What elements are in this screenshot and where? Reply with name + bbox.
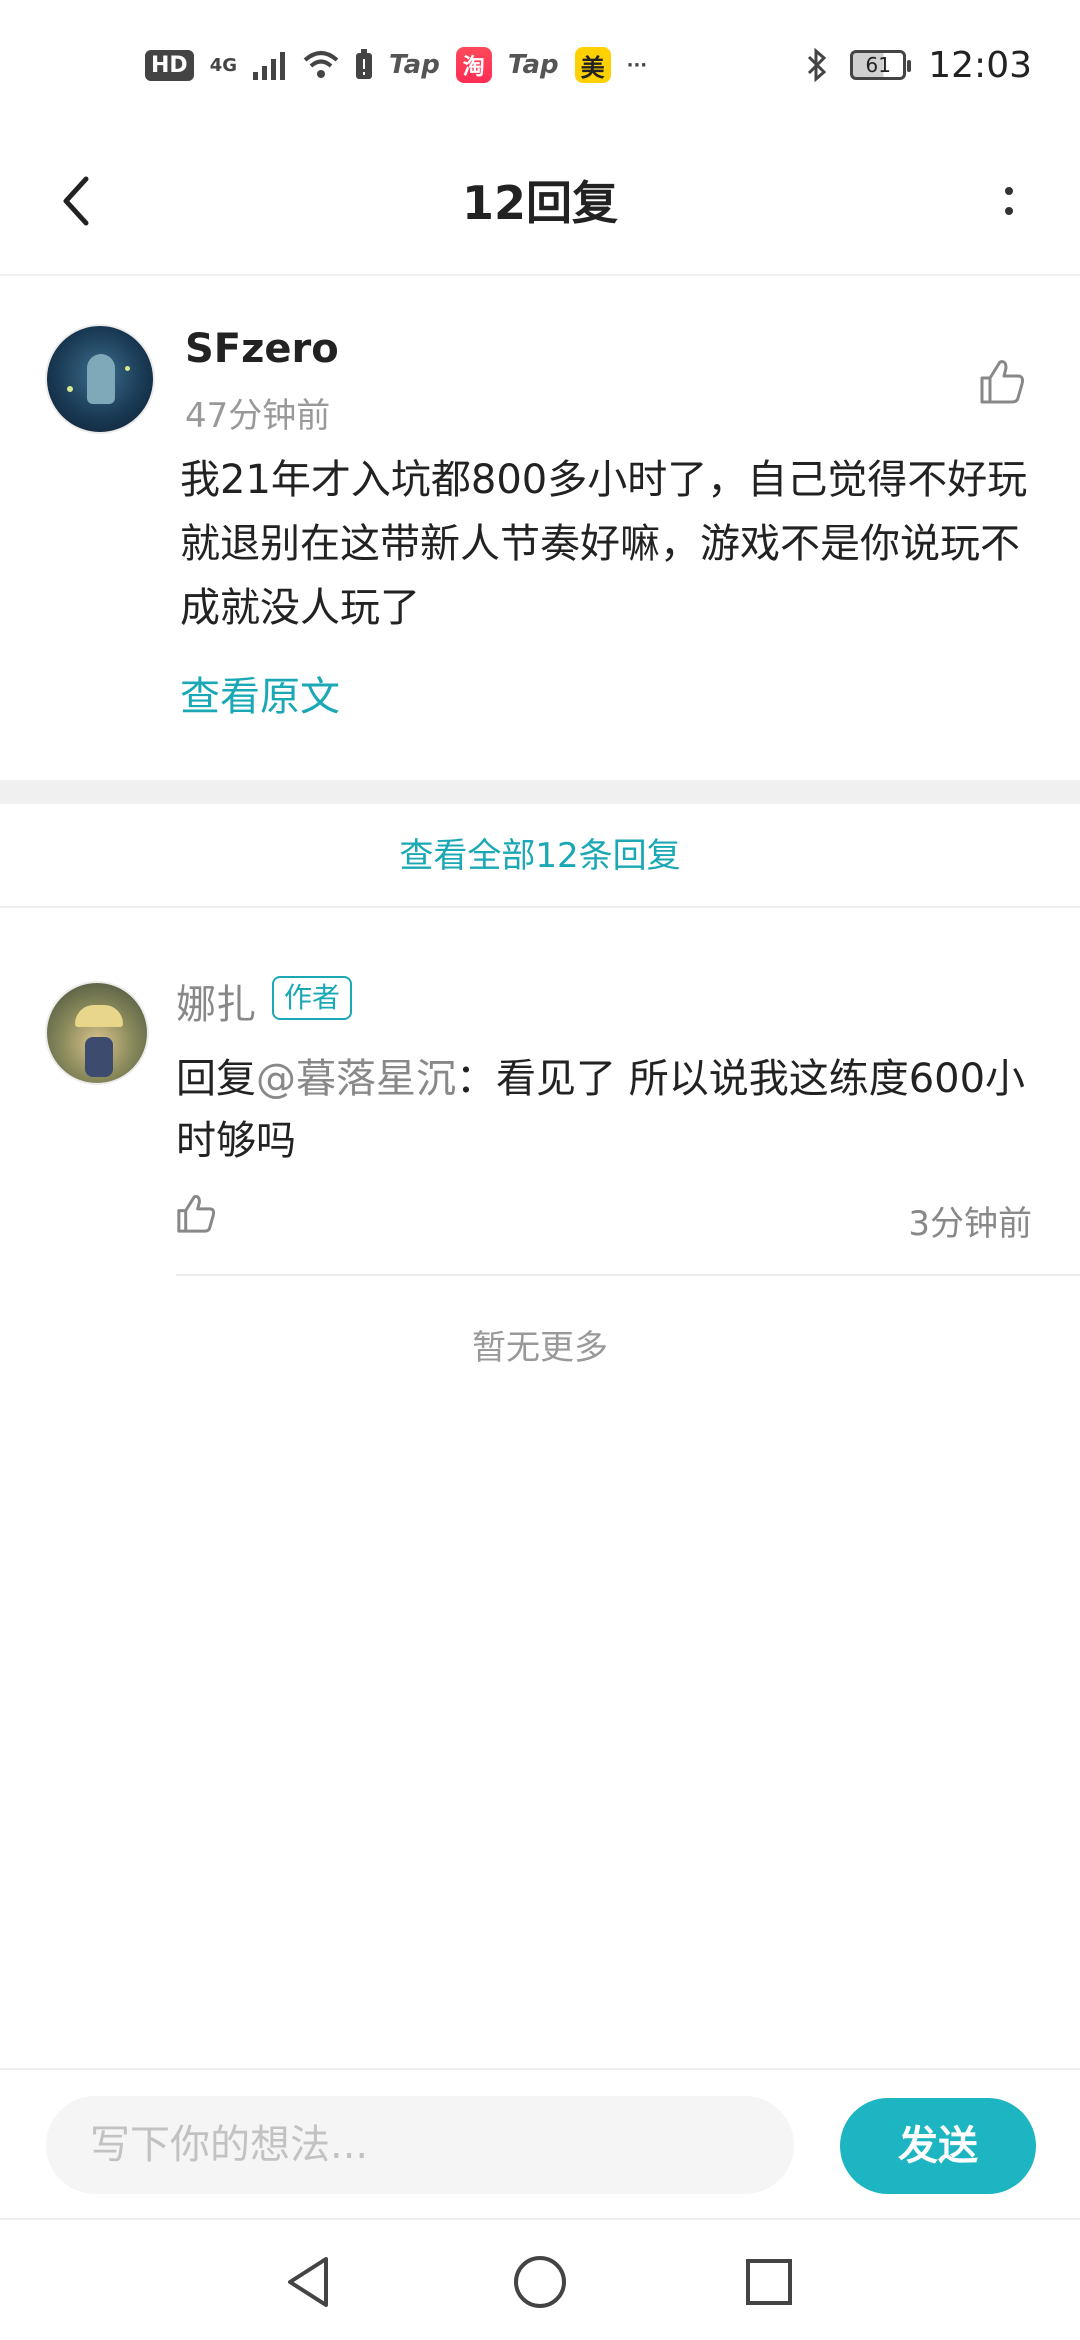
sim-alert-icon	[356, 49, 372, 79]
nav-recents-button[interactable]	[737, 2250, 801, 2314]
reply-like-button[interactable]	[172, 1190, 228, 1246]
nav-back-button[interactable]	[276, 2250, 340, 2314]
comment-time: 47分钟前	[185, 396, 331, 436]
reply-avatar[interactable]	[45, 981, 149, 1085]
section-divider	[0, 780, 1080, 804]
square-recents-icon	[746, 2259, 792, 2305]
more-dot-icon	[1005, 187, 1013, 195]
more-notifications-icon: ···	[626, 54, 648, 76]
reply-time: 3分钟前	[908, 1204, 1032, 1244]
status-icons-right: 61 12:03	[806, 45, 1032, 86]
mention-link[interactable]: @暮落星沉	[256, 1056, 456, 1102]
comment-content: 我21年才入坑都800多小时了，自己觉得不好玩就退别在这带新人节奏好嘛，游戏不是…	[180, 457, 1028, 631]
clock: 12:03	[928, 44, 1032, 86]
comment-input[interactable]	[46, 2096, 794, 2194]
composer-bar: 发送	[0, 2068, 1080, 2218]
battery-icon: 61	[850, 50, 912, 80]
hd-indicator: HD	[145, 49, 194, 81]
no-more-label: 暂无更多	[472, 1328, 608, 1368]
system-nav-bar	[0, 2218, 1080, 2340]
author-badge: 作者	[272, 976, 353, 1020]
thumbs-up-icon	[980, 360, 1024, 404]
more-dot-icon	[1005, 207, 1013, 215]
send-button[interactable]: 发送	[840, 2098, 1036, 2194]
view-all-replies-link[interactable]: 查看全部12条回复	[0, 804, 1080, 908]
meituan-app-icon: 美	[574, 47, 611, 83]
circle-home-icon	[514, 2256, 566, 2308]
reply-content: 回复@暮落星沉：看见了 所以说我这练度600小时够吗	[176, 1048, 1036, 1172]
main-comment: SFzero 47分钟前 我21年才入坑都800多小时了，自己觉得不好玩就退别在…	[0, 276, 1080, 780]
network-type: 4G	[209, 54, 237, 76]
status-icons-left: HD 4G Tap 淘 Tap 美 ···	[145, 47, 647, 83]
bluetooth-icon	[808, 48, 827, 82]
status-bar: HD 4G Tap 淘 Tap 美 ··· 61 12:03	[0, 0, 1080, 130]
wifi-icon	[303, 51, 339, 78]
reply-prefix: 回复	[176, 1056, 256, 1102]
top-bar: 12回复	[0, 130, 1080, 276]
triangle-back-icon	[288, 2257, 328, 2307]
like-button[interactable]	[974, 354, 1030, 410]
page-title: 12回复	[461, 176, 618, 230]
tap-app-label-2: Tap	[507, 50, 559, 80]
taobao-app-icon: 淘	[455, 47, 492, 83]
comment-username[interactable]: SFzero	[185, 326, 339, 372]
tap-app-label: Tap	[389, 50, 440, 80]
avatar[interactable]	[45, 324, 155, 434]
view-original-link[interactable]: 查看原文	[180, 664, 340, 722]
signal-icon	[253, 52, 285, 80]
reply-item: 娜扎 作者 回复@暮落星沉：看见了 所以说我这练度600小时够吗 3分钟前	[0, 908, 1080, 1278]
reply-username[interactable]: 娜扎	[176, 972, 256, 1030]
thumbs-up-icon	[177, 1195, 216, 1233]
more-options-button[interactable]	[974, 166, 1044, 236]
nav-home-button[interactable]	[508, 2250, 572, 2314]
divider	[176, 1274, 1080, 1276]
